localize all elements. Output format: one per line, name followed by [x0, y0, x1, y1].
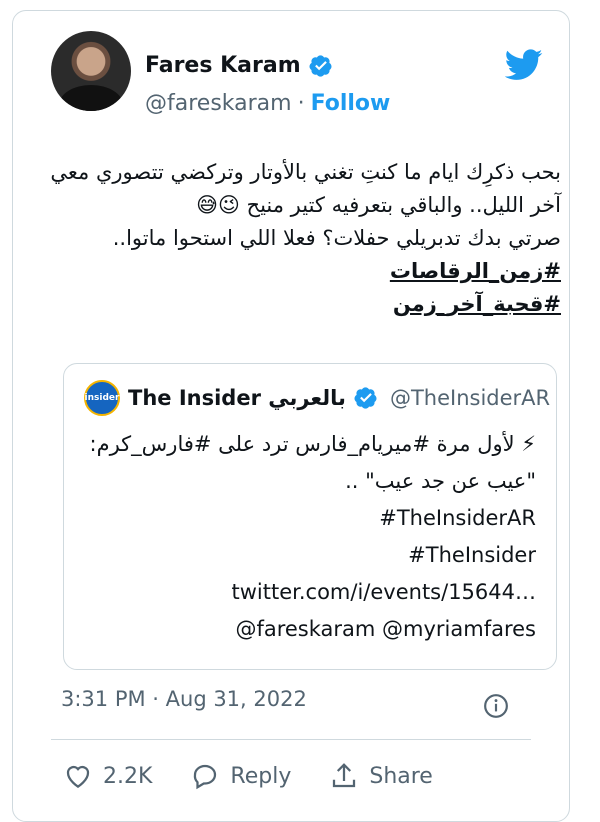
- info-icon[interactable]: [483, 693, 509, 719]
- author-name-row: Fares Karam: [145, 53, 333, 78]
- follow-button[interactable]: Follow: [311, 91, 391, 116]
- hashtag-link[interactable]: #قحبة_آخر_زمن: [51, 288, 561, 321]
- tweet-body: بحب ذكرِك ايام ما كنتِ تغني بالأوتار وتر…: [50, 156, 561, 321]
- divider: [51, 739, 531, 740]
- verified-badge-icon: [354, 387, 377, 409]
- tweet-line: صرتي بدك تدبريلي حفلات؟ فعلا اللي استحوا…: [112, 226, 561, 250]
- quoted-hashtag-link[interactable]: #TheInsiderAR: [86, 500, 536, 537]
- quoted-author-name[interactable]: The Insider بالعربي: [128, 386, 346, 410]
- tweet-line: آخر الليل.. والباقي بتعرفيه كتير منيح 😉😅: [196, 193, 561, 217]
- separator-dot: ·: [297, 91, 305, 116]
- reply-bubble-icon: [194, 764, 217, 790]
- reply-button[interactable]: Reply: [190, 761, 291, 791]
- tweet-timestamp[interactable]: 3:31 PM · Aug 31, 2022: [61, 687, 307, 711]
- quoted-tweet-header: insider The Insider بالعربي @TheInsiderA…: [84, 380, 550, 416]
- share-icon: [333, 763, 356, 788]
- quoted-line: "عيب عن جد عيب" ..: [345, 469, 536, 493]
- author-handle[interactable]: @fareskaram: [145, 91, 292, 116]
- author-handle-row: @fareskaram · Follow: [145, 91, 390, 116]
- quoted-line: ⚡ لأول مرة #ميريام_فارس ترد على #فارس_كر…: [89, 432, 536, 456]
- quoted-tweet-body: ⚡ لأول مرة #ميريام_فارس ترد على #فارس_كر…: [86, 426, 536, 648]
- like-count: 2.2K: [103, 763, 153, 789]
- twitter-bird-icon[interactable]: [505, 49, 543, 81]
- quoted-mentions[interactable]: @fareskaram @myriamfares: [86, 611, 536, 648]
- quoted-url-link[interactable]: twitter.com/i/events/15644…: [86, 574, 536, 611]
- hashtag-link[interactable]: #زمن_الرقاصات: [51, 255, 561, 288]
- share-button[interactable]: Share: [329, 761, 433, 791]
- share-label: Share: [369, 763, 433, 789]
- action-bar: 2.2K Reply Share: [63, 761, 471, 791]
- verified-badge-icon: [309, 54, 332, 77]
- quoted-tweet[interactable]: insider The Insider بالعربي @TheInsiderA…: [63, 363, 557, 670]
- heart-icon: [66, 765, 90, 788]
- quoted-author-avatar[interactable]: insider: [84, 380, 120, 416]
- quoted-hashtag-link[interactable]: #TheInsider: [86, 537, 536, 574]
- author-name[interactable]: Fares Karam: [145, 53, 301, 78]
- tweet-line: بحب ذكرِك ايام ما كنتِ تغني بالأوتار وتر…: [50, 160, 561, 184]
- author-avatar[interactable]: [51, 31, 131, 111]
- tweet-card: Fares Karam @fareskaram · Follow بحب ذكرِك…: [12, 10, 570, 822]
- quoted-author-handle[interactable]: @TheInsiderAR: [390, 386, 550, 410]
- like-button[interactable]: 2.2K: [63, 761, 152, 791]
- reply-label: Reply: [230, 763, 292, 789]
